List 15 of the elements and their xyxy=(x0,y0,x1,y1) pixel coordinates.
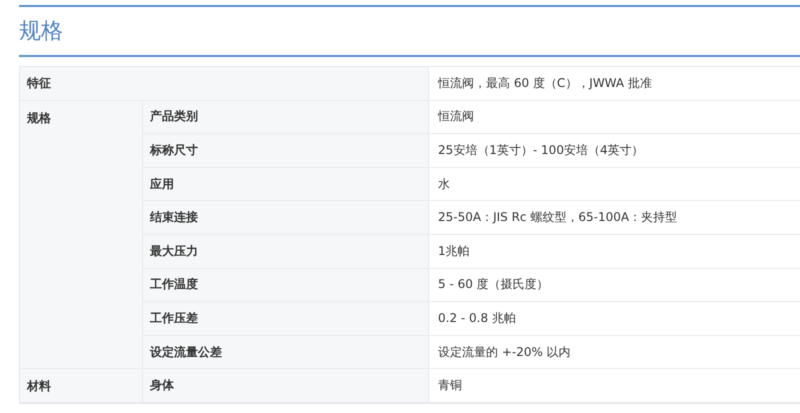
table-cell: 恒流阀 xyxy=(429,100,800,134)
table-cell: 5 - 60 度（摄氏度） xyxy=(429,268,800,302)
row-header: 材料 xyxy=(20,369,143,403)
row-header: 工作压差 xyxy=(143,302,429,336)
row-header: 标称尺寸 xyxy=(143,134,429,168)
row-header: 特征 xyxy=(20,67,429,101)
section-heading: 规格 xyxy=(19,18,63,46)
row-header: 产品类别 xyxy=(143,100,429,134)
row-header: 最大压力 xyxy=(143,234,429,269)
row-header: 工作温度 xyxy=(143,268,429,302)
row-header: 设定流量公差 xyxy=(143,336,429,370)
row-header: 身体 xyxy=(143,369,429,403)
row-header: 结束连接 xyxy=(143,201,429,235)
row-header: 规格 xyxy=(20,100,143,370)
row-header: 应用 xyxy=(143,168,429,202)
